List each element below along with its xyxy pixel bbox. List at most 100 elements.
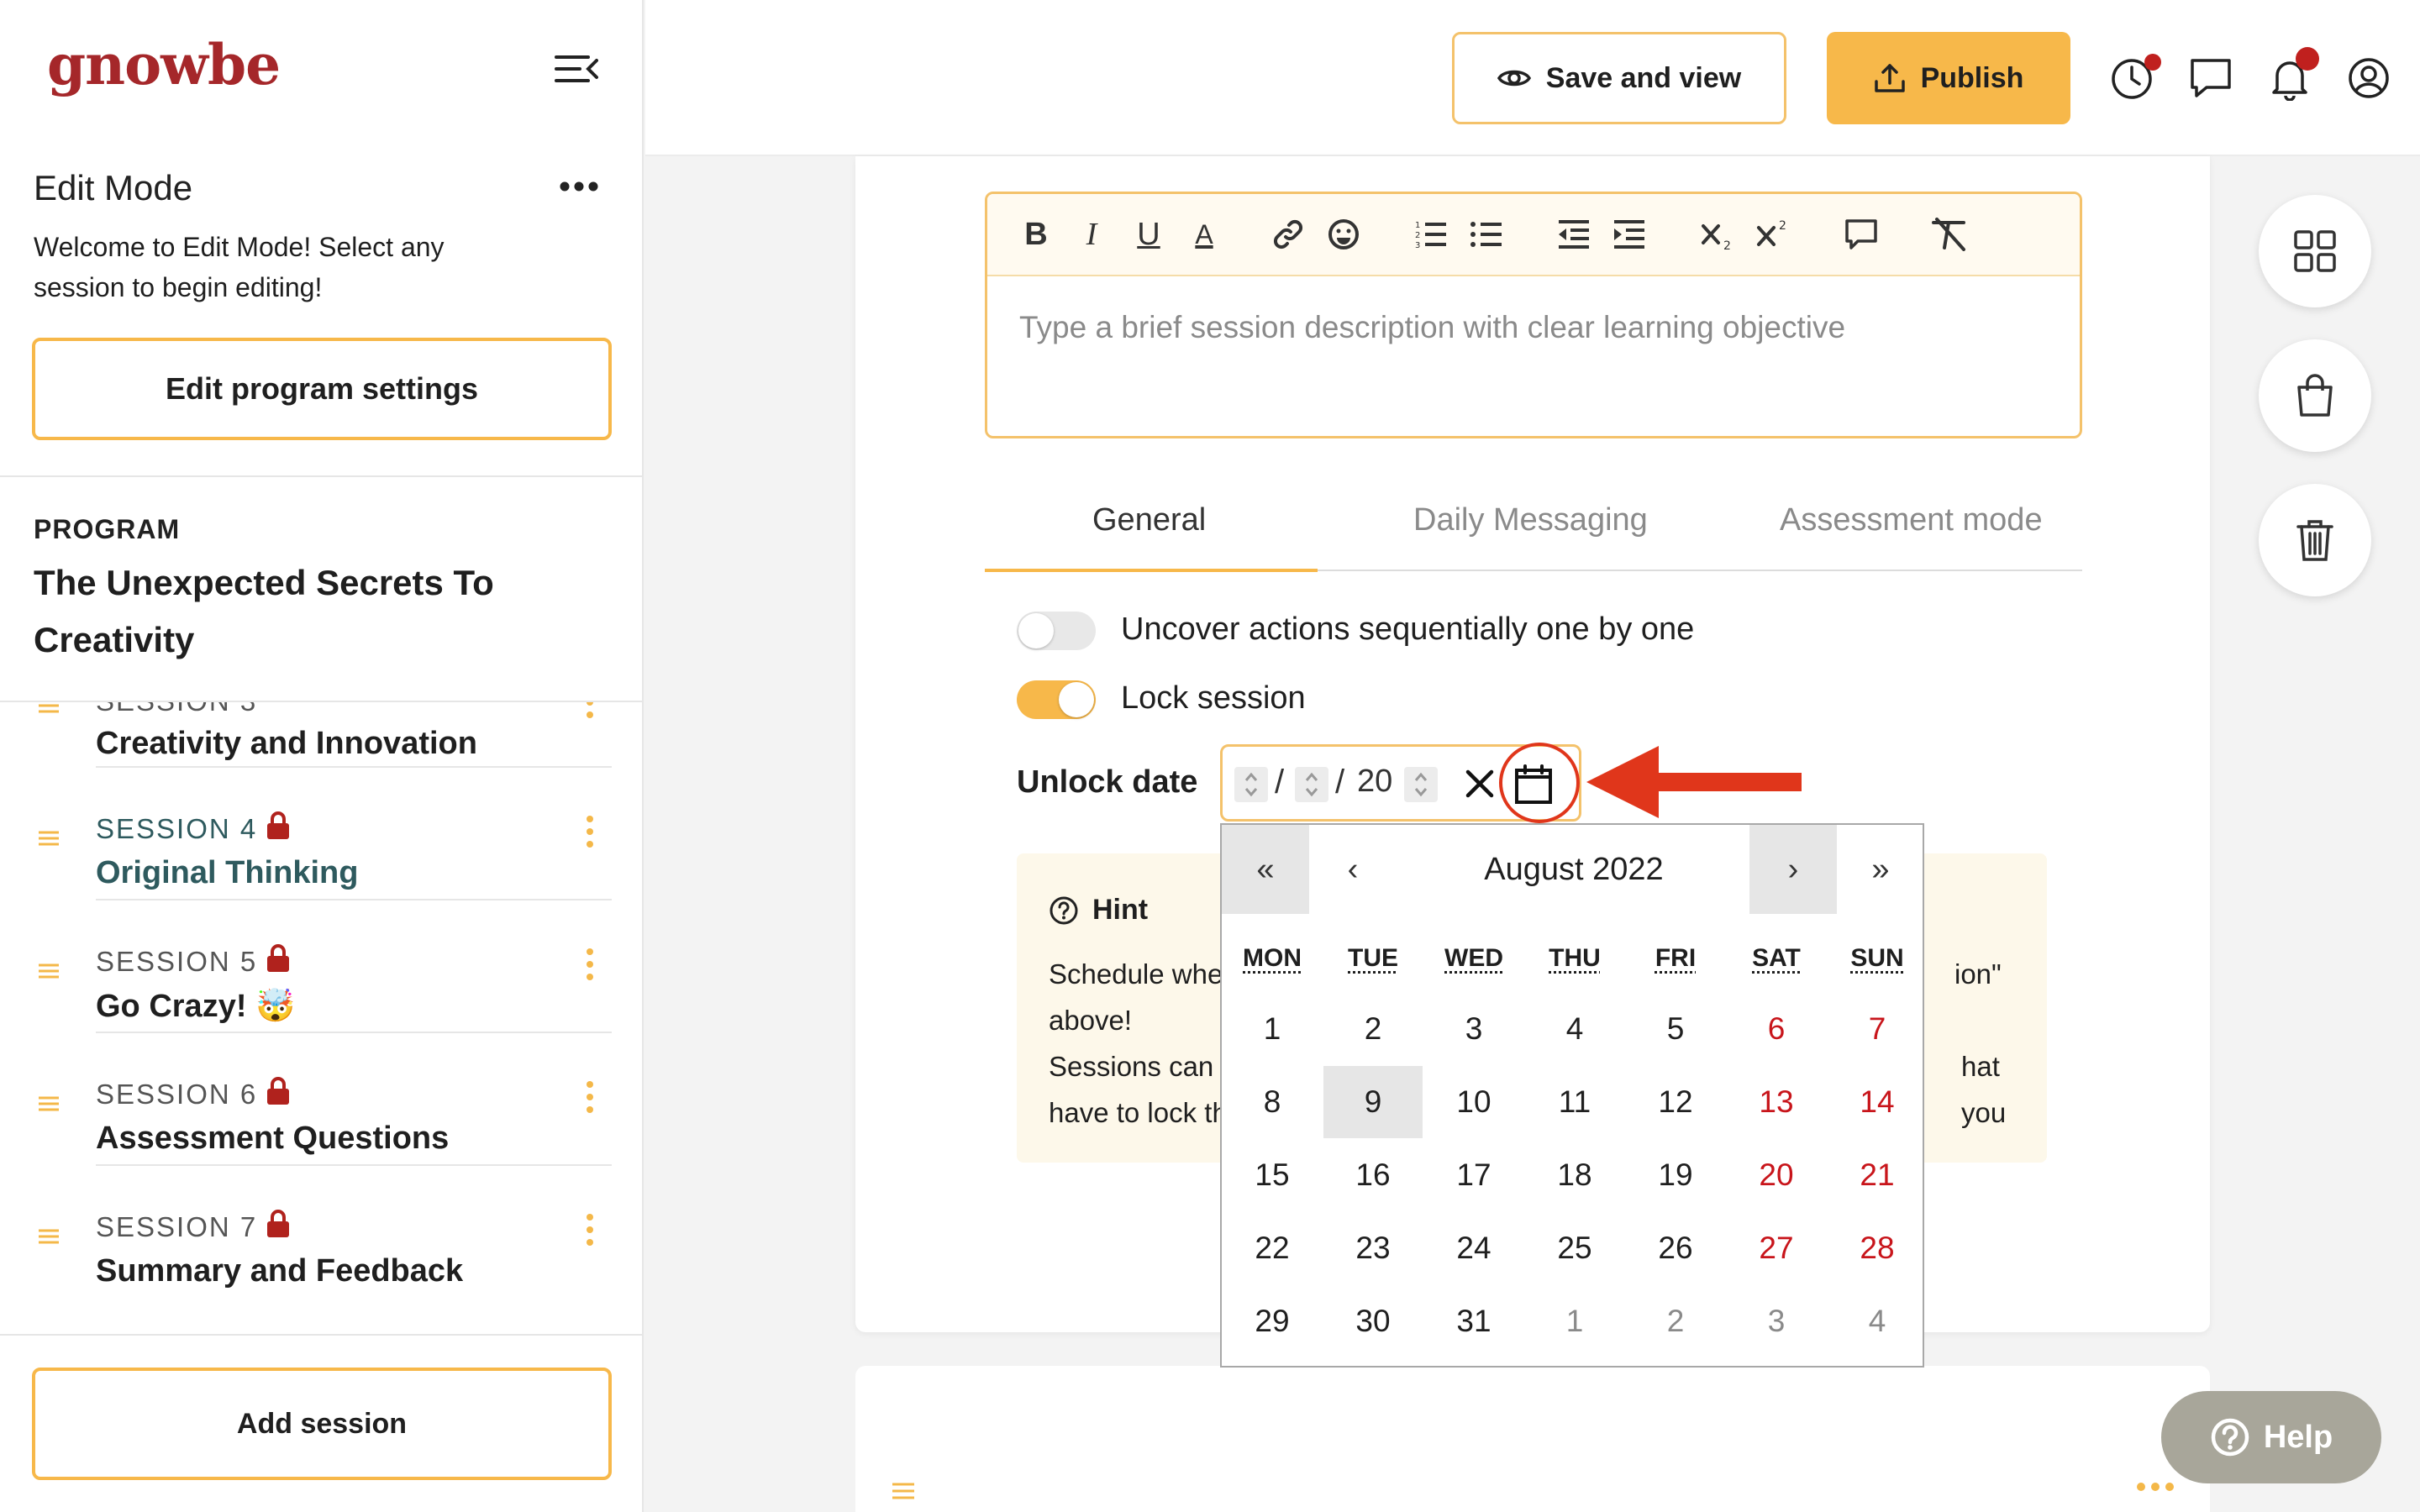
calendar-day[interactable]: 7: [1828, 993, 1927, 1065]
drag-handle-icon[interactable]: [37, 963, 60, 979]
year-input[interactable]: 20: [1357, 764, 1392, 800]
add-session-button[interactable]: Add session: [32, 1368, 612, 1480]
clear-format-icon[interactable]: [1928, 214, 1969, 255]
session-menu-icon[interactable]: [585, 702, 595, 719]
gnowbe-logo[interactable]: gnowbe: [47, 32, 281, 97]
lock-session-toggle[interactable]: [1017, 680, 1096, 719]
tab-general[interactable]: General: [1092, 502, 1206, 538]
ordered-list-icon[interactable]: 123: [1411, 214, 1451, 255]
help-circle-icon: [2211, 1418, 2249, 1457]
shopping-bag-button[interactable]: [2259, 339, 2371, 452]
delete-button[interactable]: [2259, 484, 2371, 596]
more-options-icon[interactable]: [2134, 1480, 2176, 1494]
calendar-day[interactable]: 5: [1626, 993, 1725, 1065]
comment-icon[interactable]: [1841, 214, 1881, 255]
session-item[interactable]: SESSION 3 Creativity and Innovation: [0, 702, 642, 768]
bold-icon[interactable]: B: [1016, 214, 1056, 255]
calendar-day[interactable]: 3: [1727, 1285, 1826, 1357]
publish-button[interactable]: Publish: [1827, 32, 2070, 124]
calendar-day[interactable]: 2: [1626, 1285, 1725, 1357]
calendar-day[interactable]: 31: [1424, 1285, 1523, 1357]
session-title: Go Crazy! 🤯: [96, 989, 296, 1024]
emoji-icon[interactable]: [1323, 214, 1364, 255]
calendar-day[interactable]: 1: [1525, 1285, 1624, 1357]
calendar-day[interactable]: 10: [1424, 1066, 1523, 1138]
next-month-button[interactable]: ›: [1749, 825, 1837, 914]
subscript-icon[interactable]: 2: [1698, 214, 1739, 255]
session-menu-icon[interactable]: [585, 815, 595, 848]
calendar-day[interactable]: 8: [1223, 1066, 1322, 1138]
session-menu-icon[interactable]: [585, 1080, 595, 1114]
save-and-view-button[interactable]: Save and view: [1452, 32, 1786, 124]
calendar-day[interactable]: 19: [1626, 1139, 1725, 1211]
calendar-day[interactable]: 27: [1727, 1212, 1826, 1284]
calendar-day[interactable]: 30: [1323, 1285, 1423, 1357]
account-icon[interactable]: [2346, 55, 2391, 101]
editor-placeholder[interactable]: Type a brief session description with cl…: [1019, 310, 1845, 345]
session-item[interactable]: SESSION 5 Go Crazy! 🤯: [0, 900, 642, 1033]
drag-handle-icon[interactable]: [37, 1228, 60, 1245]
underline-icon[interactable]: U: [1128, 214, 1169, 255]
italic-icon[interactable]: I: [1071, 214, 1112, 255]
year-stepper[interactable]: [1404, 767, 1438, 802]
calendar-day[interactable]: 17: [1424, 1139, 1523, 1211]
calendar-day[interactable]: 9: [1323, 1066, 1423, 1138]
calendar-day[interactable]: 18: [1525, 1139, 1624, 1211]
session-item[interactable]: SESSION 4 Original Thinking: [0, 768, 642, 900]
edit-mode-title: Edit Mode: [34, 168, 193, 207]
session-menu-icon[interactable]: [585, 1213, 595, 1247]
calendar-month-label[interactable]: August 2022: [1398, 825, 1749, 914]
clear-date-icon[interactable]: [1461, 765, 1498, 802]
calendar-day[interactable]: 4: [1828, 1285, 1927, 1357]
prev-year-button[interactable]: «: [1222, 825, 1309, 914]
calendar-day[interactable]: 26: [1626, 1212, 1725, 1284]
more-options-icon[interactable]: [558, 178, 600, 195]
calendar-day[interactable]: 6: [1727, 993, 1826, 1065]
calendar-day[interactable]: 28: [1828, 1212, 1927, 1284]
drag-handle-icon[interactable]: [37, 702, 60, 714]
text-color-icon[interactable]: A: [1184, 214, 1224, 255]
calendar-day[interactable]: 13: [1727, 1066, 1826, 1138]
outdent-icon[interactable]: [1554, 214, 1594, 255]
calendar-day[interactable]: 1: [1223, 993, 1322, 1065]
bullet-list-icon[interactable]: [1466, 214, 1507, 255]
calendar-day[interactable]: 29: [1223, 1285, 1322, 1357]
collapse-sidebar-icon[interactable]: [555, 52, 598, 86]
next-year-button[interactable]: »: [1837, 825, 1924, 914]
calendar-day[interactable]: 23: [1323, 1212, 1423, 1284]
calendar-day[interactable]: 2: [1323, 993, 1423, 1065]
month-stepper[interactable]: [1295, 767, 1328, 802]
drag-handle-icon[interactable]: [891, 1482, 916, 1500]
prev-month-button[interactable]: ‹: [1309, 825, 1397, 914]
session-item[interactable]: SESSION 6 Assessment Questions: [0, 1033, 642, 1166]
calendar-day[interactable]: 3: [1424, 993, 1523, 1065]
grid-view-button[interactable]: [2259, 195, 2371, 307]
chat-icon[interactable]: [2188, 55, 2233, 101]
drag-handle-icon[interactable]: [37, 830, 60, 847]
tab-assessment-mode[interactable]: Assessment mode: [1780, 502, 2043, 538]
day-stepper[interactable]: [1234, 767, 1268, 802]
session-menu-icon[interactable]: [585, 948, 595, 981]
calendar-day[interactable]: 22: [1223, 1212, 1322, 1284]
session-item[interactable]: SESSION 7 Summary and Feedback: [0, 1166, 642, 1299]
calendar-day[interactable]: 20: [1727, 1139, 1826, 1211]
edit-program-settings-button[interactable]: Edit program settings: [32, 338, 612, 440]
session-title: Creativity and Innovation: [96, 726, 477, 761]
calendar-day[interactable]: 14: [1828, 1066, 1927, 1138]
drag-handle-icon[interactable]: [37, 1095, 60, 1112]
superscript-icon[interactable]: 2: [1754, 214, 1794, 255]
help-button[interactable]: Help: [2161, 1391, 2381, 1483]
tab-daily-messaging[interactable]: Daily Messaging: [1413, 502, 1648, 538]
calendar-day[interactable]: 25: [1525, 1212, 1624, 1284]
calendar-day[interactable]: 24: [1424, 1212, 1523, 1284]
calendar-day[interactable]: 15: [1223, 1139, 1322, 1211]
calendar-day[interactable]: 12: [1626, 1066, 1725, 1138]
calendar-day[interactable]: 11: [1525, 1066, 1624, 1138]
description-editor[interactable]: B I U A 123 2 2 Type a brief session des…: [985, 192, 2082, 438]
calendar-day[interactable]: 21: [1828, 1139, 1927, 1211]
link-icon[interactable]: [1268, 214, 1308, 255]
indent-icon[interactable]: [1609, 214, 1649, 255]
calendar-day[interactable]: 4: [1525, 993, 1624, 1065]
calendar-day[interactable]: 16: [1323, 1139, 1423, 1211]
sequential-toggle[interactable]: [1017, 612, 1096, 650]
